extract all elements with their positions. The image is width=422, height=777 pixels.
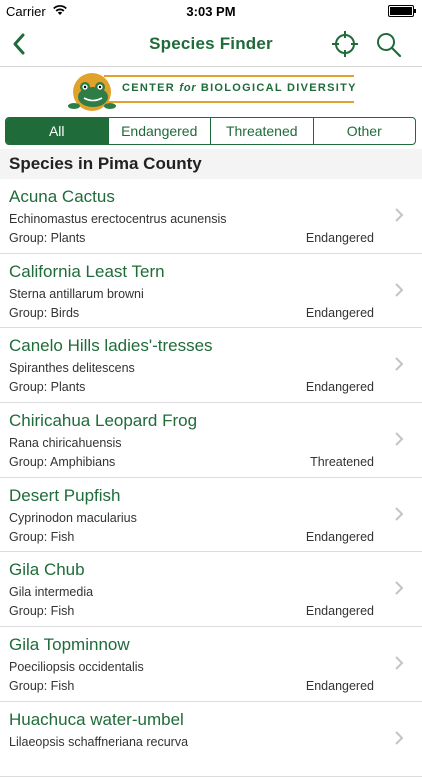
species-row[interactable]: California Least Tern Sterna antillarum … [0,254,422,329]
species-status: Threatened [310,455,374,470]
chevron-right-icon [395,656,404,670]
species-scientific-name: Rana chiricahuensis [9,436,122,451]
species-common-name: Chiricahua Leopard Frog [9,411,198,431]
filter-other[interactable]: Other [312,118,416,144]
chevron-right-icon [395,507,404,521]
species-scientific-name: Poeciliopsis occidentalis [9,660,144,675]
logo-rule-bottom [104,101,354,103]
species-status: Endangered [305,679,374,694]
clock: 3:03 PM [186,4,236,19]
species-common-name: Gila Topminnow [9,635,130,655]
species-group: Group: Fish [9,604,75,619]
species-row[interactable]: Desert Pupfish Cyprinodon macularius Gro… [0,478,422,553]
status-bar: Carrier 3:03 PM [0,0,422,22]
filter-threatened[interactable]: Threatened [210,118,313,144]
species-row[interactable]: Chiricahua Leopard Frog Rana chiricahuen… [0,403,422,478]
search-icon [377,33,402,58]
species-group: Group: Plants [9,380,86,395]
species-scientific-name: Echinomastus erectocentrus acunensis [9,212,227,226]
chevron-right-icon [395,432,404,446]
species-status: Endangered [305,604,374,619]
species-status: Endangered [305,380,374,395]
species-row[interactable]: Gila Chub Gila intermedia Group: Fish En… [0,552,422,628]
species-group: Group: Fish [9,679,75,694]
organization-logo: CENTER for BIOLOGICAL DIVERSITY [0,67,422,115]
species-group: Group: Plants [9,231,86,245]
chevron-right-icon [395,581,404,596]
logo-rule-top [104,75,354,77]
filter-all[interactable]: All [6,118,108,144]
species-scientific-name: Gila intermedia [9,585,94,600]
species-row[interactable]: Huachuca water-umbel Lilaeopsis schaffne… [0,702,422,777]
chevron-right-icon [395,731,404,745]
species-common-name: California Least Tern [9,261,165,281]
chevron-right-icon [395,357,404,372]
species-row[interactable]: Canelo Hills ladies'-tresses Spiranthes … [0,328,422,404]
species-common-name: Gila Chub [9,560,85,580]
species-scientific-name: Cyprinodon macularius [9,510,137,525]
species-scientific-name: Sterna antillarum browni [9,286,144,301]
species-common-name: Acuna Cactus [9,187,115,206]
species-common-name: Huachuca water-umbel [9,709,184,729]
species-scientific-name: Lilaeopsis schaffneriana recurva [9,734,189,749]
filter-endangered[interactable]: Endangered [107,118,211,144]
search-button[interactable] [374,30,402,58]
species-list: Acuna Cactus Echinomastus erectocentrus … [0,179,422,777]
species-common-name: Desert Pupfish [9,485,121,505]
battery-icon [388,5,416,17]
species-status: Endangered [305,529,374,544]
species-status: Endangered [305,231,374,245]
species-row[interactable]: Acuna Cactus Echinomastus erectocentrus … [0,179,422,254]
chevron-right-icon [395,208,404,222]
section-header: Species in Pima County [0,149,422,179]
locate-button[interactable] [331,30,359,58]
species-status: Endangered [305,305,374,320]
species-common-name: Canelo Hills ladies'-tresses [9,336,213,356]
chevron-right-icon [395,282,404,297]
frog-logo-icon [68,73,116,111]
species-scientific-name: Spiranthes delitescens [9,361,135,376]
crosshair-icon [332,31,358,57]
species-group: Group: Birds [9,305,80,320]
species-group: Group: Fish [9,529,75,544]
species-row[interactable]: Gila Topminnow Poeciliopsis occidentalis… [0,627,422,702]
status-filter: All Endangered Threatened Other [5,117,416,145]
logo-wordmark: CENTER for BIOLOGICAL DIVERSITY [122,82,357,94]
species-group: Group: Amphibians [9,455,116,470]
navigation-bar: Species Finder [0,22,422,67]
